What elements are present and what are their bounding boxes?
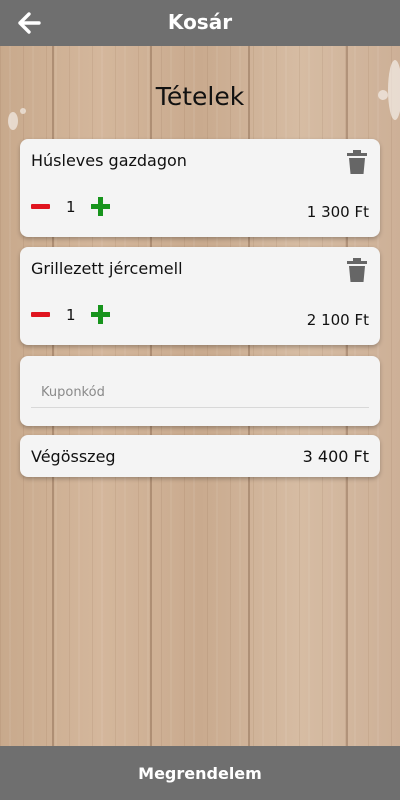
coupon-input[interactable] bbox=[31, 378, 369, 408]
quantity-value: 1 bbox=[66, 306, 76, 324]
total-label: Végösszeg bbox=[31, 447, 116, 466]
total-value: 3 400 Ft bbox=[302, 447, 369, 466]
decrease-quantity-button[interactable] bbox=[30, 195, 52, 219]
coupon-card bbox=[20, 356, 380, 426]
arrow-left-icon bbox=[18, 12, 41, 34]
app-header: Kosár bbox=[0, 0, 400, 46]
item-price: 2 100 Ft bbox=[306, 311, 369, 329]
item-name: Grillezett jércemell bbox=[31, 259, 183, 278]
quantity-value: 1 bbox=[66, 198, 76, 216]
increase-quantity-button[interactable] bbox=[90, 303, 112, 327]
header-title: Kosár bbox=[167, 10, 233, 34]
cart-item: Grillezett jércemell 1 2 100 Ft bbox=[20, 247, 380, 345]
total-card: Végösszeg 3 400 Ft bbox=[20, 435, 380, 477]
quantity-stepper: 1 bbox=[30, 303, 150, 327]
item-name: Húsleves gazdagon bbox=[31, 151, 187, 170]
place-order-button[interactable]: Megrendelem bbox=[0, 746, 400, 800]
decrease-quantity-button[interactable] bbox=[30, 303, 52, 327]
delete-item-button[interactable] bbox=[346, 257, 368, 283]
paint-splash bbox=[8, 112, 18, 130]
delete-item-button[interactable] bbox=[346, 149, 368, 175]
trash-icon bbox=[347, 258, 367, 282]
page-title: Tételek bbox=[155, 82, 245, 111]
cart-item: Húsleves gazdagon 1 1 300 Ft bbox=[20, 139, 380, 237]
increase-quantity-button[interactable] bbox=[90, 195, 112, 219]
item-price: 1 300 Ft bbox=[306, 203, 369, 221]
quantity-stepper: 1 bbox=[30, 195, 150, 219]
back-button[interactable] bbox=[14, 7, 46, 39]
trash-icon bbox=[347, 150, 367, 174]
